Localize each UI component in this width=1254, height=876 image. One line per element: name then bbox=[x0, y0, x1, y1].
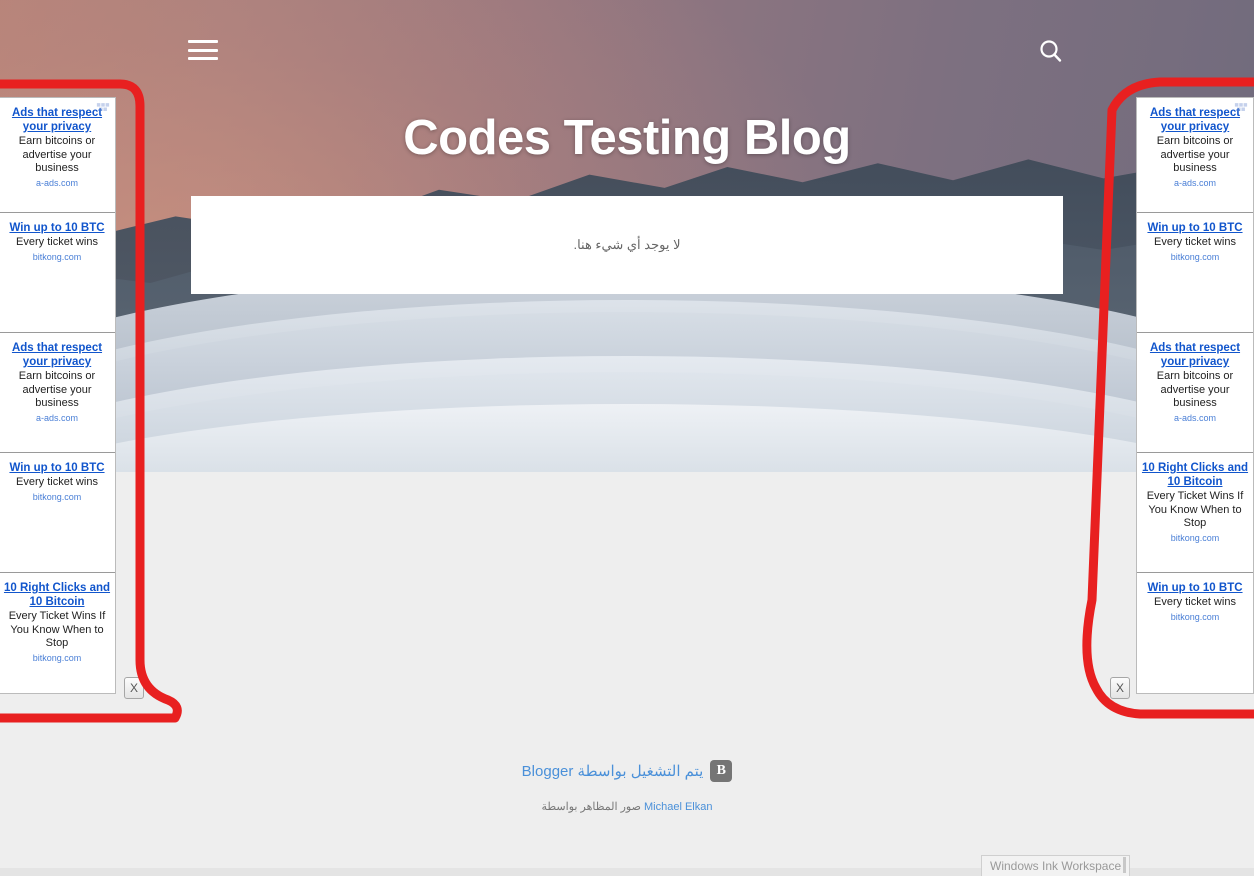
ad-domain: bitkong.com bbox=[1170, 251, 1220, 262]
ad-description: Every ticket wins bbox=[1154, 236, 1236, 248]
ad-unit[interactable]: 10 Right Clicks and 10 Bitcoin Every Tick… bbox=[0, 573, 115, 693]
ad-description: Every ticket wins bbox=[1154, 596, 1236, 608]
ad-description: Earn bitcoins or advertise your business bbox=[1156, 135, 1234, 174]
blogger-icon: B bbox=[710, 760, 733, 782]
menu-bar-1 bbox=[188, 40, 218, 43]
ad-title[interactable]: Win up to 10 BTC bbox=[3, 461, 111, 475]
hamburger-menu-icon[interactable] bbox=[188, 38, 218, 62]
ad-title[interactable]: Ads that respect your privacy bbox=[3, 341, 111, 369]
main-content-card: لا يوجد أي شيء هنا. bbox=[191, 196, 1063, 294]
page-title: Codes Testing Blog bbox=[403, 111, 851, 165]
ad-unit[interactable]: Win up to 10 BTC Every ticket wins bitkong… bbox=[0, 453, 115, 573]
ad-unit[interactable]: Ads that respect your privacy Earn bitcoi… bbox=[1137, 98, 1253, 213]
ad-unit[interactable]: Win up to 10 BTC Every ticket wins bitkong… bbox=[1137, 573, 1253, 693]
ad-description: Every ticket wins bbox=[16, 236, 98, 248]
ad-description: Every Ticket Wins If You Know When to St… bbox=[8, 610, 106, 649]
blogger-credit-label[interactable]: يتم التشغيل بواسطة Blogger bbox=[522, 762, 704, 780]
ad-description: Every Ticket Wins If You Know When to St… bbox=[1146, 490, 1244, 529]
ad-unit[interactable]: Win up to 10 BTC Every ticket wins bitkong… bbox=[0, 213, 115, 333]
ad-unit[interactable]: 10 Right Clicks and 10 Bitcoin Every Tick… bbox=[1137, 453, 1253, 573]
theme-credit-prefix: صور المظاهر بواسطة bbox=[541, 801, 641, 813]
ad-title[interactable]: Ads that respect your privacy bbox=[1141, 106, 1249, 134]
no-content-message: لا يوجد أي شيء هنا. bbox=[573, 237, 681, 252]
ad-unit[interactable]: Ads that respect your privacy Earn bitcoi… bbox=[0, 98, 115, 213]
ad-title[interactable]: Win up to 10 BTC bbox=[1141, 581, 1249, 595]
ad-title[interactable]: 10 Right Clicks and 10 Bitcoin bbox=[1141, 461, 1249, 489]
ad-description: Earn bitcoins or advertise your business bbox=[18, 135, 96, 174]
ad-title[interactable]: Win up to 10 BTC bbox=[1141, 221, 1249, 235]
ad-domain: a-ads.com bbox=[35, 177, 79, 188]
ad-domain: bitkong.com bbox=[32, 491, 82, 502]
close-left-ad-rail-button[interactable]: X bbox=[124, 677, 144, 699]
theme-credit: Michael Elkan صور المظاهر بواسطة bbox=[0, 800, 1254, 813]
ad-unit[interactable]: Win up to 10 BTC Every ticket wins bitkong… bbox=[1137, 213, 1253, 333]
ad-description: Every ticket wins bbox=[16, 476, 98, 488]
ad-unit[interactable]: Ads that respect your privacy Earn bitcoi… bbox=[1137, 333, 1253, 453]
ad-title[interactable]: Ads that respect your privacy bbox=[3, 106, 111, 134]
ad-domain: bitkong.com bbox=[32, 652, 82, 663]
a-ads-logo-icon bbox=[96, 103, 110, 111]
right-ad-rail: Ads that respect your privacy Earn bitcoi… bbox=[1136, 97, 1254, 694]
ad-domain: bitkong.com bbox=[1170, 611, 1220, 622]
page-footer: B يتم التشغيل بواسطة Blogger Michael Elk… bbox=[0, 760, 1254, 813]
ad-domain: bitkong.com bbox=[32, 251, 82, 262]
ad-unit[interactable]: Ads that respect your privacy Earn bitcoi… bbox=[0, 333, 115, 453]
ad-domain: a-ads.com bbox=[1173, 177, 1217, 188]
search-icon[interactable] bbox=[1035, 36, 1067, 68]
close-right-ad-rail-button[interactable]: X bbox=[1110, 677, 1130, 699]
ad-domain: bitkong.com bbox=[1170, 532, 1220, 543]
top-navbar bbox=[0, 0, 1254, 100]
theme-author-link[interactable]: Michael Elkan bbox=[644, 801, 712, 813]
left-ad-rail: Ads that respect your privacy Earn bitcoi… bbox=[0, 97, 116, 694]
ad-title[interactable]: Ads that respect your privacy bbox=[1141, 341, 1249, 369]
ad-domain: a-ads.com bbox=[1173, 412, 1217, 423]
menu-bar-3 bbox=[188, 57, 218, 60]
ad-description: Earn bitcoins or advertise your business bbox=[1156, 370, 1234, 409]
ad-domain: a-ads.com bbox=[35, 412, 79, 423]
blogger-credit[interactable]: B يتم التشغيل بواسطة Blogger bbox=[0, 760, 1254, 782]
browser-page: Codes Testing Blog لا يوجد أي شيء هنا. B… bbox=[0, 0, 1254, 876]
windows-ink-workspace-tooltip: Windows Ink Workspace bbox=[981, 855, 1131, 876]
a-ads-logo-icon bbox=[1234, 103, 1248, 111]
ad-description: Earn bitcoins or advertise your business bbox=[18, 370, 96, 409]
ad-title[interactable]: Win up to 10 BTC bbox=[3, 221, 111, 235]
ad-title[interactable]: 10 Right Clicks and 10 Bitcoin bbox=[3, 581, 111, 609]
menu-bar-2 bbox=[188, 48, 218, 52]
taskbar-caret bbox=[1123, 857, 1126, 873]
